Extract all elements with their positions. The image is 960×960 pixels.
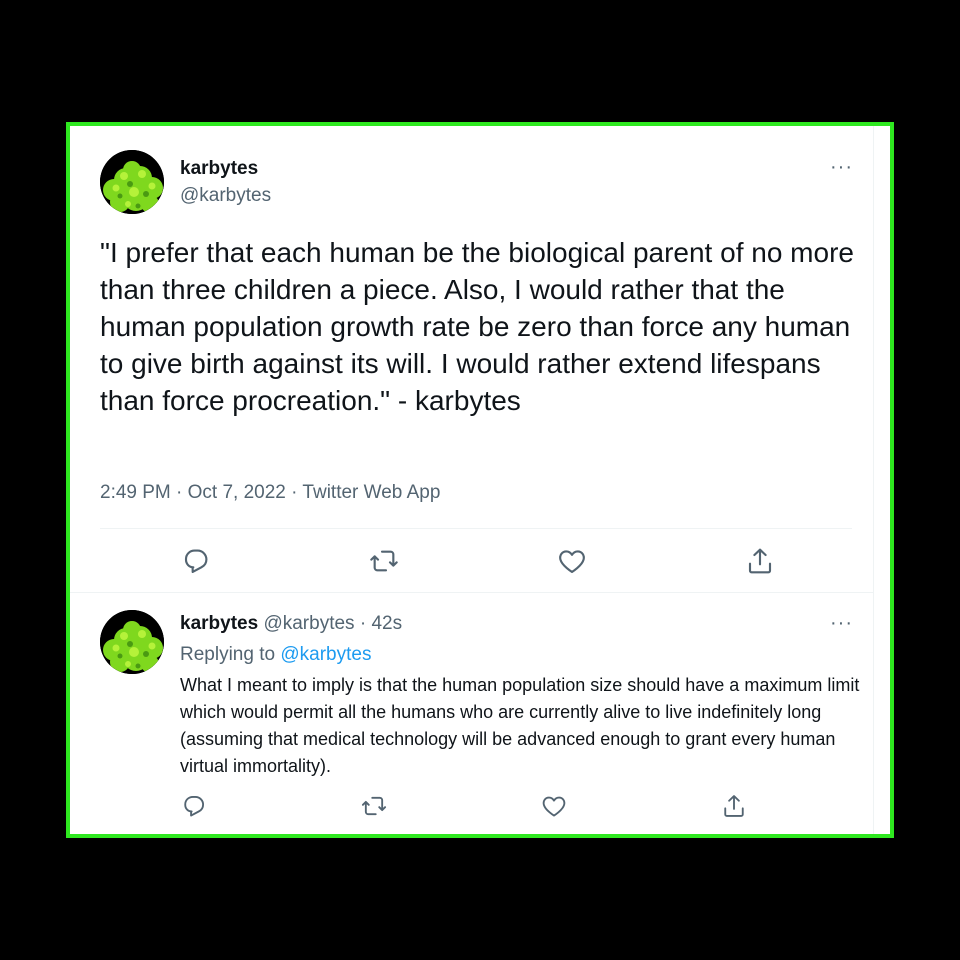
- share-icon[interactable]: [720, 792, 748, 820]
- reply-icon[interactable]: [180, 545, 212, 577]
- like-icon[interactable]: [556, 545, 588, 577]
- divider: [70, 592, 874, 593]
- avatar-image: [100, 610, 164, 674]
- share-icon[interactable]: [744, 545, 776, 577]
- display-name[interactable]: karbytes: [180, 158, 258, 180]
- divider: [100, 528, 852, 529]
- tweet-thread-card: karbytes @karbytes ··· "I prefer that ea…: [66, 122, 894, 838]
- tweet-text: "I prefer that each human be the biologi…: [100, 237, 854, 416]
- separator-dot: ·: [359, 613, 367, 634]
- reply-display-name[interactable]: karbytes: [180, 613, 258, 634]
- more-options-icon[interactable]: ···: [830, 156, 853, 179]
- like-icon[interactable]: [540, 792, 568, 820]
- avatar[interactable]: [100, 150, 164, 214]
- reply-header: karbytes @karbytes · 42s: [180, 613, 402, 635]
- reply-icon[interactable]: [180, 792, 208, 820]
- reply-more-options-icon[interactable]: ···: [830, 612, 853, 635]
- retweet-icon[interactable]: [368, 545, 400, 577]
- replying-label: Replying to: [180, 644, 276, 665]
- avatar-image: [100, 150, 164, 214]
- user-handle[interactable]: @karbytes: [180, 185, 271, 207]
- replying-to: Replying to @karbytes: [180, 644, 371, 666]
- reply-time[interactable]: 42s: [371, 613, 402, 634]
- retweet-icon[interactable]: [360, 792, 388, 820]
- replying-handle-link[interactable]: @karbytes: [280, 644, 371, 665]
- reply-handle[interactable]: @karbytes: [263, 613, 354, 634]
- reply-avatar[interactable]: [100, 610, 164, 674]
- tweet-timestamp[interactable]: 2:49 PM · Oct 7, 2022 · Twitter Web App: [100, 482, 440, 504]
- scrollbar[interactable]: [873, 126, 890, 834]
- reply-text: What I meant to imply is that the human …: [180, 675, 860, 776]
